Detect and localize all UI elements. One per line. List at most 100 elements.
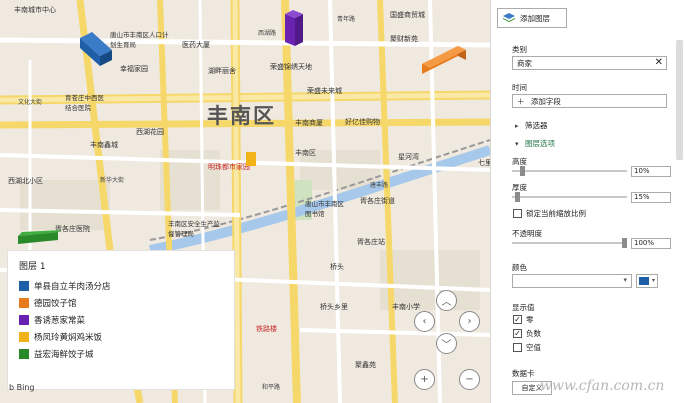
map-canvas[interactable]: 丰南区 丰南城市中心 唐山市丰南区人口计划生育局 文化大街 育苍庄中西医结合医院… [0,0,490,403]
slider-thumb[interactable] [515,192,520,202]
color-mode-select[interactable]: ▾ [512,274,632,288]
close-icon[interactable]: ✕ [655,57,663,68]
lock-zoom-checkbox[interactable]: 锁定当前缩放比例 [513,208,586,219]
zoom-in-button[interactable]: + [414,369,435,390]
add-layer-label: 添加图层 [520,13,550,23]
add-layer-button[interactable]: 添加图层 [497,8,567,28]
legend-item: 香诱葱家常菜 [19,313,85,327]
layer-pane: 添加图层 类别 商家 ✕ 时间 ＋ 添加字段 ▸ 筛选器 ▾ 图层选项 高度 1… [490,0,685,403]
road-label: 西湖路 [258,30,277,37]
slider-thumb[interactable] [622,238,627,248]
chevron-right-icon: ▸ [515,121,519,130]
map-label: 荣盛锦绣天地 [270,63,312,71]
map-label: 丰南鑫城 [90,141,118,149]
road-label: 文化大街 [18,99,43,106]
bar-marker-blue[interactable] [78,30,116,70]
color-swatch [639,277,649,285]
chevron-right-icon: › [467,316,472,327]
legend-swatch [19,315,29,325]
legend-swatch [19,349,29,359]
negative-label: 负数 [526,329,541,338]
road-label: 唐丰路 [370,182,389,189]
map-label: 西湖北小区 [8,177,43,185]
map-label: 丰南小学 [392,303,420,311]
chevron-down-icon: ﹀ [441,340,452,351]
pan-down-button[interactable]: ﹀ [436,333,457,354]
road-label: 新华大街 [100,177,125,184]
legend-swatch [19,281,29,291]
opacity-slider[interactable] [512,238,627,248]
legend-swatch [19,332,29,342]
bar-marker-purple[interactable] [283,8,305,48]
layer-options-toggle[interactable]: ▾ 图层选项 [515,138,555,149]
slider-thumb[interactable] [520,166,525,176]
show-values-label: 显示值 [512,303,535,312]
map-label: 丰南城市中心 [14,6,56,14]
legend-label: 香诱葱家常菜 [34,316,86,326]
pan-left-button[interactable]: ‹ [414,311,435,332]
null-label: 空值 [526,343,541,352]
plus-icon: + [420,374,429,385]
map-label: 铁路楼 [256,325,277,333]
legend-swatch [19,298,29,308]
legend-title: 图层 1 [19,262,46,272]
road-label: 和平路 [262,384,281,391]
thickness-input[interactable]: 15% [631,192,671,203]
checkbox-box[interactable] [513,343,522,352]
legend-item: 单县自立羊肉汤分店 [19,279,111,293]
map-label: 国盛商贸城 [390,11,425,19]
checkbox-box[interactable]: ✓ [513,329,522,338]
bar-marker-yellow[interactable] [244,150,258,168]
map-label: 七里 [478,159,490,167]
add-field-label: 添加字段 [530,97,561,106]
filter-toggle[interactable]: ▸ 筛选器 [515,120,548,131]
map-label: 唐山市丰南区人口计划生育局 [110,31,169,49]
legend-label: 益宏海鲜饺子城 [34,350,94,360]
zero-checkbox[interactable]: ✓ 零 [513,314,534,325]
map-label: 丰南区 [295,149,316,157]
map-label: 医药大厦 [182,41,210,49]
district-label: 丰南区 [207,104,276,128]
map-label: 聚鑫苑 [355,361,376,369]
legend-label: 德园饺子馆 [34,299,77,309]
opacity-input[interactable]: 100% [631,238,671,249]
map-label: 育苍庄中西医结合医院 [65,94,104,112]
map-label: 幸福家园 [120,65,148,73]
negative-checkbox[interactable]: ✓ 负数 [513,328,541,339]
layer-options-label: 图层选项 [525,139,555,148]
pan-right-button[interactable]: › [459,311,480,332]
map-label: 胥各庄街道 [360,197,395,205]
legend-label: 单县自立羊肉汤分店 [34,282,111,292]
checkbox-box[interactable]: ✓ [513,315,522,324]
lock-zoom-label: 锁定当前缩放比例 [526,209,586,218]
chevron-down-icon: ▾ [623,276,627,284]
map-label: 桥头 [330,263,344,271]
time-label: 时间 [512,83,527,92]
map-label: 桥头乡里 [320,303,348,311]
legend-label: 杨凤玲黄焖鸡米饭 [34,333,103,343]
legend-item: 德园饺子馆 [19,296,77,310]
zero-label: 零 [526,315,534,324]
thickness-slider[interactable] [512,192,627,202]
pan-up-button[interactable]: ︿ [436,290,457,311]
minus-icon: − [465,374,474,385]
category-field[interactable]: 商家 ✕ [512,56,667,70]
color-label: 颜色 [512,263,527,272]
category-value: 商家 [517,59,532,68]
checkbox-box[interactable] [513,209,522,218]
zoom-out-button[interactable]: − [459,369,480,390]
map-label: 胥各庄站 [357,238,385,246]
color-picker[interactable]: ▾ [636,274,658,288]
bar-marker-green[interactable] [16,228,64,246]
add-field-button[interactable]: ＋ 添加字段 [512,94,667,108]
plus-icon: ＋ [517,97,525,106]
bar-marker-orange[interactable] [418,40,468,75]
chevron-left-icon: ‹ [422,316,427,327]
map-label: 湖畔丽舍 [208,67,236,75]
null-checkbox[interactable]: 空值 [513,342,541,353]
height-input[interactable]: 10% [631,166,671,177]
map-label: 好亿佳购物 [345,118,380,126]
bing-attribution: b Bing [9,383,35,392]
pane-scrollbar[interactable] [676,40,683,160]
height-slider[interactable] [512,166,627,176]
